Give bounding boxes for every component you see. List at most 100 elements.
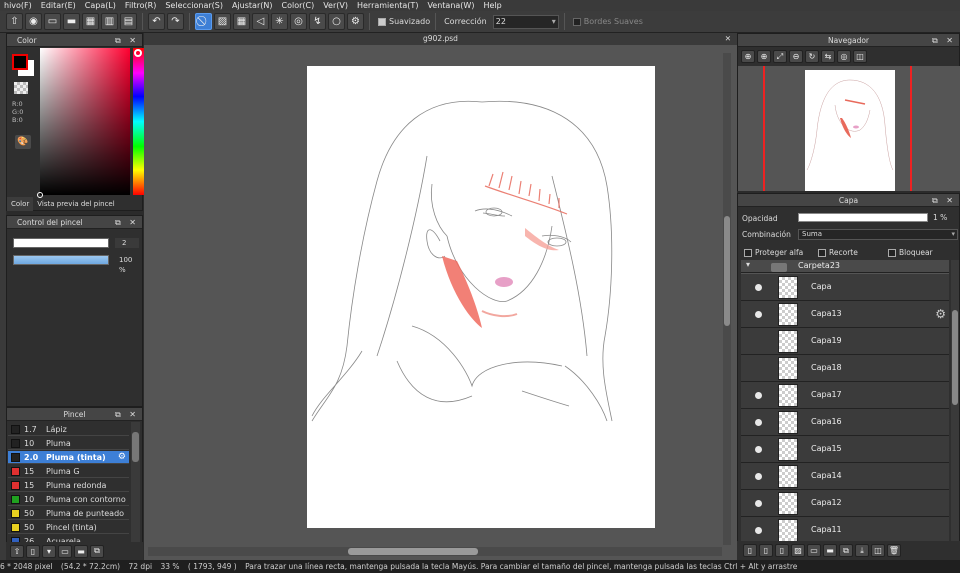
invert-icon[interactable]: ▥ — [101, 13, 118, 30]
canvas-vertical-scrollbar[interactable] — [723, 53, 731, 545]
snap-settings-icon[interactable]: ⚙ — [347, 13, 364, 30]
window-icon[interactable]: ▭ — [44, 13, 61, 30]
palette-icon[interactable]: 🎨 — [15, 135, 31, 149]
brush-settings-icon[interactable]: ⚙ — [118, 451, 126, 464]
new-brush-icon[interactable]: ▯ — [26, 544, 40, 558]
zoom-in-icon[interactable]: ⊕ — [741, 50, 755, 63]
brush-size-slider[interactable] — [13, 238, 109, 248]
lock-checkbox[interactable]: Bloquear — [888, 248, 933, 257]
copy-brush-icon[interactable]: ▭ — [58, 544, 72, 558]
eye-icon[interactable] — [755, 392, 762, 399]
scroll-thumb[interactable] — [952, 310, 958, 405]
layer-row[interactable]: Capa18 — [741, 355, 949, 382]
menu-adjust[interactable]: Ajustar(N) — [228, 0, 278, 11]
hue-slider[interactable] — [133, 48, 144, 195]
brush-opacity-slider[interactable] — [13, 255, 109, 265]
eye-icon[interactable] — [755, 500, 762, 507]
layer-folder[interactable]: ▾ Carpeta23 — [741, 260, 949, 273]
panel-buttons[interactable]: ⧉ ✕ — [115, 216, 139, 229]
reset-icon[interactable]: ◎ — [837, 50, 851, 63]
layer-list-scrollbar[interactable] — [951, 260, 959, 543]
document-tab[interactable]: g902.psd ✕ — [144, 33, 737, 45]
brush-item[interactable]: 2.0 Pluma (tinta) ⚙ — [8, 451, 129, 464]
eye-icon[interactable] — [755, 473, 762, 480]
new-halftone-layer-icon[interactable]: ▨ — [791, 544, 805, 557]
snap-vanish-icon[interactable]: ◁ — [252, 13, 269, 30]
layer-row[interactable]: Capa14 — [741, 463, 949, 490]
eye-icon[interactable] — [755, 446, 762, 453]
panel-buttons[interactable]: ⧉ ✕ — [932, 194, 956, 207]
snap-off-icon[interactable]: ⃠ — [195, 13, 212, 30]
folder-icon[interactable]: ▬ — [74, 544, 88, 558]
chat-icon[interactable]: ◉ — [25, 13, 42, 30]
smoothing-checkbox[interactable]: Suavizado — [378, 17, 430, 26]
menu-select[interactable]: Seleccionar(S) — [161, 0, 228, 11]
snap-curve-icon[interactable]: ↯ — [309, 13, 326, 30]
foreground-color-swatch[interactable] — [12, 54, 28, 70]
eye-icon[interactable] — [755, 284, 762, 291]
close-icon[interactable]: ✕ — [725, 33, 731, 45]
panel-buttons[interactable]: ⧉ ✕ — [115, 34, 139, 47]
chevron-down-icon[interactable]: ▾ — [746, 260, 750, 269]
panel-buttons[interactable]: ⧉ ✕ — [115, 408, 139, 421]
snap-parallel-icon[interactable]: ▨ — [214, 13, 231, 30]
brush-item[interactable]: 1.7 Lápiz — [8, 423, 129, 436]
duplicate-layer-icon[interactable]: ⧉ — [839, 544, 853, 557]
duplicate-icon[interactable]: ⧉ — [90, 544, 104, 558]
snap-grid-icon[interactable]: ▦ — [233, 13, 250, 30]
monitor-icon[interactable]: ▬ — [63, 13, 80, 30]
zoom-out-icon[interactable]: ⊖ — [789, 50, 803, 63]
eye-icon[interactable] — [755, 311, 762, 318]
scroll-thumb[interactable] — [724, 216, 730, 326]
layer-row[interactable]: Capa11 — [741, 517, 949, 543]
color-saturation-value-picker[interactable] — [37, 48, 130, 198]
zoom-icon[interactable]: ⊕ — [757, 50, 771, 63]
navigator-preview[interactable] — [738, 66, 960, 191]
brush-list-scrollbar[interactable] — [131, 422, 140, 547]
new-layer-8bit-icon[interactable]: ▯ — [759, 544, 773, 557]
drawing-canvas[interactable] — [307, 66, 655, 528]
layer-row[interactable]: Capa — [741, 274, 949, 301]
new-folder-icon[interactable]: ▬ — [823, 544, 837, 557]
scroll-thumb[interactable] — [132, 432, 139, 462]
rotate-icon[interactable]: ↻ — [805, 50, 819, 63]
layer-row[interactable]: Capa12 — [741, 490, 949, 517]
tab-color[interactable]: Color — [7, 197, 34, 211]
brush-menu-icon[interactable]: ▾ — [42, 544, 56, 558]
menu-tool[interactable]: Herramienta(T) — [353, 0, 423, 11]
snap-circle-icon[interactable]: ◎ — [290, 13, 307, 30]
layer-row[interactable]: Capa15 — [741, 436, 949, 463]
layer-row[interactable]: Capa19 — [741, 328, 949, 355]
layer-settings-icon[interactable]: ◫ — [871, 544, 885, 557]
brush-item[interactable]: 15 Pluma redonda — [8, 479, 129, 492]
flip-icon[interactable]: ⇆ — [821, 50, 835, 63]
brush-item[interactable]: 10 Pluma con contorno — [8, 493, 129, 506]
import-image-icon[interactable]: ▭ — [807, 544, 821, 557]
transparent-color-swatch[interactable] — [14, 82, 28, 94]
merge-down-icon[interactable]: ⤓ — [855, 544, 869, 557]
clipping-checkbox[interactable]: Recorte — [818, 248, 858, 257]
correction-select[interactable]: 22 — [492, 14, 559, 29]
eye-icon[interactable] — [755, 419, 762, 426]
grid-icon[interactable]: ▤ — [120, 13, 137, 30]
brush-item[interactable]: 50 Pluma de punteado — [8, 507, 129, 520]
split-icon[interactable]: ◫ — [853, 50, 867, 63]
deselect-icon[interactable]: ▦ — [82, 13, 99, 30]
tab-brush-preview[interactable]: Vista previa del pincel — [33, 197, 118, 211]
upload-icon[interactable]: ⇧ — [6, 13, 23, 30]
panel-buttons[interactable]: ⧉ ✕ — [932, 34, 956, 47]
blend-mode-select[interactable]: Suma — [798, 229, 958, 240]
redo-icon[interactable]: ↷ — [167, 13, 184, 30]
canvas-horizontal-scrollbar[interactable] — [148, 547, 722, 556]
menu-color[interactable]: Color(C) — [277, 0, 319, 11]
brush-size-value[interactable]: 2 — [115, 238, 139, 248]
layer-row[interactable]: Capa16 — [741, 409, 949, 436]
brush-item[interactable]: 50 Pincel (tinta) — [8, 521, 129, 534]
menu-edit[interactable]: Editar(E) — [37, 0, 81, 11]
snap-radial-icon[interactable]: ✳ — [271, 13, 288, 30]
new-layer-1bit-icon[interactable]: ▯ — [775, 544, 789, 557]
layer-row[interactable]: Capa17 — [741, 382, 949, 409]
snap-ring-icon[interactable]: ○ — [328, 13, 345, 30]
new-layer-icon[interactable]: ▯ — [743, 544, 757, 557]
eye-icon[interactable] — [755, 527, 762, 534]
